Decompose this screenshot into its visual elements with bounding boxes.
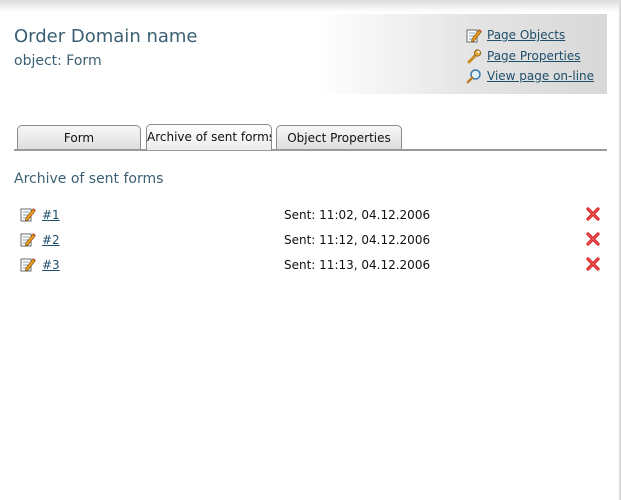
- link-view-online[interactable]: View page on-line: [466, 66, 594, 86]
- magnifier-icon: [466, 68, 482, 84]
- delete-icon[interactable]: [586, 206, 600, 221]
- pencil-edit-icon: [466, 27, 482, 43]
- page-title: Order Domain name: [14, 26, 198, 47]
- table-row: #1 Sent: 11:02, 04.12.2006: [20, 206, 605, 226]
- link-page-properties[interactable]: Page Properties: [466, 46, 594, 66]
- sent-timestamp: Sent: 11:12, 04.12.2006: [284, 233, 431, 247]
- link-page-objects[interactable]: Page Objects: [466, 25, 594, 45]
- sent-timestamp: Sent: 11:02, 04.12.2006: [284, 208, 431, 222]
- delete-icon[interactable]: [586, 231, 600, 246]
- form-number-link[interactable]: #2: [42, 233, 60, 247]
- section-title: Archive of sent forms: [14, 171, 164, 187]
- tab-archive-of-sent-forms[interactable]: Archive of sent forms: [146, 124, 272, 150]
- tab-form[interactable]: Form: [17, 125, 141, 149]
- sent-timestamp: Sent: 11:13, 04.12.2006: [284, 258, 431, 272]
- edit-icon[interactable]: [20, 231, 36, 247]
- object-subtitle: object: Form: [14, 53, 102, 69]
- page-objects-link[interactable]: Page Objects: [487, 28, 565, 42]
- form-number-link[interactable]: #1: [42, 208, 60, 222]
- view-online-link[interactable]: View page on-line: [487, 69, 594, 83]
- delete-icon[interactable]: [586, 256, 600, 271]
- table-row: #3 Sent: 11:13, 04.12.2006: [20, 256, 605, 276]
- form-number-link[interactable]: #3: [42, 258, 60, 272]
- page-properties-link[interactable]: Page Properties: [487, 49, 581, 63]
- top-shadow-bar: [0, 0, 621, 12]
- tab-object-properties[interactable]: Object Properties: [276, 125, 402, 149]
- wrench-icon: [466, 48, 482, 64]
- edit-icon[interactable]: [20, 206, 36, 222]
- header-links: Page Objects Page Properties View page o…: [466, 25, 594, 87]
- tabs-divider: [14, 149, 607, 151]
- edit-icon[interactable]: [20, 256, 36, 272]
- table-row: #2 Sent: 11:12, 04.12.2006: [20, 231, 605, 251]
